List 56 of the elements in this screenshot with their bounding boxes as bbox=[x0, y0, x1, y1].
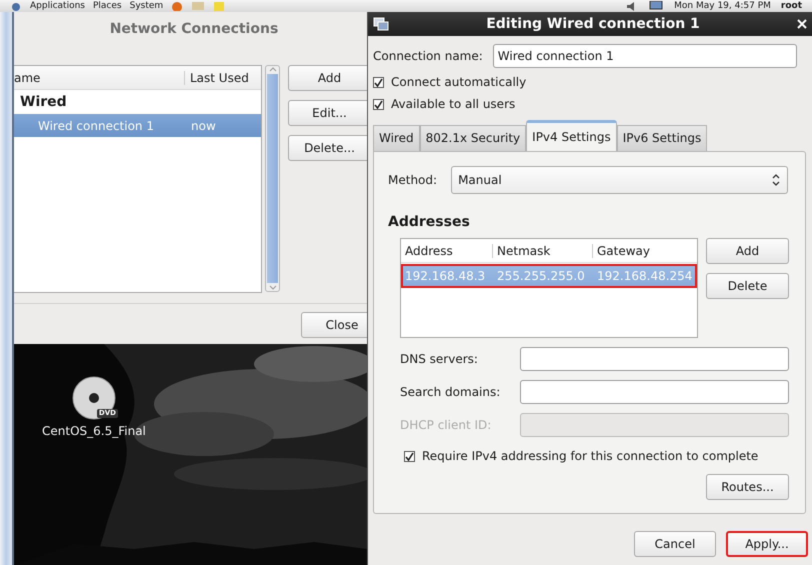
field-label: Method: bbox=[388, 173, 438, 187]
table-cell-text: 255.255.255.0 bbox=[496, 269, 586, 283]
input-field[interactable]: Wired connection 1 bbox=[492, 44, 797, 68]
column-header[interactable]: Last Used bbox=[185, 70, 249, 84]
table-cell-text: 192.168.48.3 bbox=[404, 269, 486, 283]
checkmark-icon bbox=[405, 452, 414, 460]
close-icon bbox=[797, 19, 807, 29]
column-header[interactable]: Netmask bbox=[493, 244, 593, 258]
checkbox[interactable] bbox=[373, 98, 384, 110]
routes-button[interactable]: Routes... bbox=[706, 474, 789, 500]
window-title: Network Connections bbox=[108, 20, 280, 39]
column-header[interactable]: Address bbox=[401, 244, 493, 258]
scroll-thumb[interactable] bbox=[267, 74, 278, 283]
checkmark-icon bbox=[374, 78, 383, 86]
network-icon bbox=[373, 17, 389, 31]
checkbox-label: Connect automatically bbox=[391, 75, 526, 89]
user-name[interactable]: root bbox=[780, 0, 802, 12]
section-heading: Addresses bbox=[388, 214, 471, 230]
browser-icon bbox=[171, 1, 184, 11]
field-label: Connection name: bbox=[373, 49, 483, 63]
checkbox-label: Available to all users bbox=[391, 97, 516, 111]
row-last-used: now bbox=[191, 118, 216, 132]
checkmark-icon bbox=[374, 100, 383, 108]
tab[interactable]: Wired bbox=[373, 125, 420, 151]
field-label: Search domains: bbox=[400, 385, 502, 399]
field-label: DNS servers: bbox=[400, 352, 479, 366]
scroll-up-icon bbox=[268, 66, 276, 72]
updown-icon bbox=[771, 173, 782, 187]
scrollbar[interactable] bbox=[265, 65, 280, 292]
field-label: DHCP client ID: bbox=[400, 418, 492, 432]
dialog-title: Editing Wired connection 1 bbox=[485, 16, 701, 32]
icon-label[interactable]: CentOS_6.5_Final bbox=[42, 424, 146, 438]
panel-menu[interactable]: System bbox=[130, 0, 164, 12]
group-label: Wired bbox=[19, 93, 68, 112]
button[interactable]: Delete bbox=[706, 273, 789, 299]
button[interactable]: Cancel bbox=[634, 531, 716, 557]
checkbox[interactable] bbox=[404, 450, 415, 462]
table-cell-text: 192.168.48.254 bbox=[596, 269, 694, 283]
checkbox[interactable] bbox=[373, 76, 384, 88]
button[interactable]: Apply... bbox=[726, 531, 808, 557]
panel-menu[interactable]: Places bbox=[92, 0, 122, 12]
clock[interactable]: Mon May 19, 4:57 PM bbox=[674, 0, 771, 12]
tab[interactable]: IPv4 Settings bbox=[526, 120, 617, 151]
tab[interactable]: 802.1x Security bbox=[420, 125, 526, 151]
tab[interactable]: IPv6 Settings bbox=[616, 125, 708, 151]
row-name: Wired connection 1 bbox=[37, 118, 155, 132]
disc-icon bbox=[72, 376, 116, 420]
panel-menu[interactable]: Applications bbox=[30, 0, 85, 12]
input-field[interactable] bbox=[520, 380, 789, 404]
checkbox-label: Require IPv4 addressing for this connection to complete bbox=[422, 449, 758, 463]
column-header[interactable]: Gateway bbox=[593, 244, 697, 258]
column-header[interactable]: ame bbox=[14, 70, 185, 84]
dropdown[interactable]: Manual bbox=[451, 166, 788, 194]
scroll-down-icon bbox=[268, 285, 276, 291]
button[interactable]: Add bbox=[706, 238, 789, 264]
input-field[interactable] bbox=[520, 347, 789, 371]
